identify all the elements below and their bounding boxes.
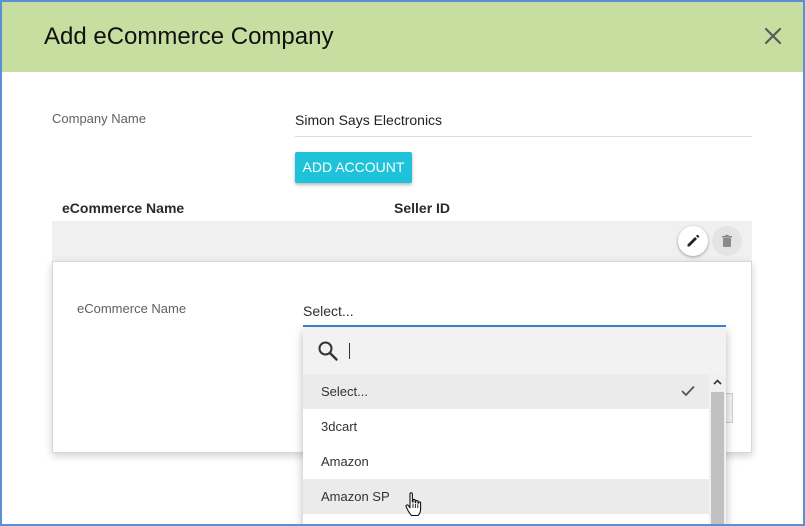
option-label: Select...	[321, 384, 368, 399]
column-header-ecommerce-name: eCommerce Name	[62, 200, 185, 216]
option-amazon-sp[interactable]: Amazon SP	[303, 479, 709, 514]
option-amazon[interactable]: Amazon	[303, 444, 709, 479]
dropdown-search-input[interactable]	[347, 340, 707, 362]
option-select[interactable]: Select...	[303, 374, 709, 409]
option-label: 3dcart	[321, 419, 358, 434]
dialog-title: Add eCommerce Company	[44, 23, 334, 50]
check-icon	[681, 385, 695, 397]
column-header-seller-id: Seller ID	[394, 200, 451, 216]
option-label: Amazon SP	[321, 489, 390, 504]
scroll-up-arrow-icon[interactable]	[709, 374, 726, 392]
close-icon[interactable]	[761, 24, 785, 48]
scrollbar-thumb[interactable]	[711, 392, 724, 524]
text-caret	[349, 343, 350, 359]
dropdown-options: Select... 3dcart Amazon Amazon SP	[303, 374, 709, 514]
edit-icon	[687, 234, 700, 247]
dropdown-scrollbar[interactable]	[709, 374, 726, 524]
ecommerce-name-label: eCommerce Name	[77, 301, 187, 316]
ecommerce-dropdown: Select... 3dcart Amazon Amazon SP	[303, 328, 726, 524]
add-ecommerce-company-dialog: Add eCommerce Company Company Name Simon…	[0, 0, 805, 526]
company-name-underline	[295, 136, 752, 137]
company-name-field[interactable]: Simon Says Electronics	[295, 112, 442, 128]
company-name-label: Company Name	[52, 111, 146, 126]
option-label: Amazon	[321, 454, 369, 469]
add-account-button[interactable]: ADD ACCOUNT	[295, 152, 412, 183]
ecommerce-name-select[interactable]: Select...	[303, 302, 726, 327]
table-row	[52, 221, 752, 263]
dropdown-search-bar	[303, 328, 726, 374]
edit-button[interactable]	[678, 226, 708, 256]
dialog-header: Add eCommerce Company	[2, 2, 803, 72]
search-icon	[318, 341, 338, 361]
hand-cursor-icon	[405, 492, 422, 517]
option-3dcart[interactable]: 3dcart	[303, 409, 709, 444]
delete-icon	[722, 234, 732, 247]
delete-button[interactable]	[712, 226, 742, 256]
